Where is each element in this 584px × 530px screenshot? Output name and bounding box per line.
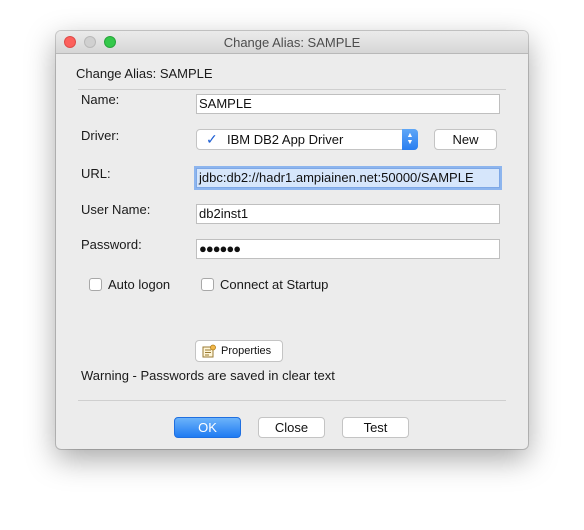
dialog-content: Change Alias: SAMPLE Name: SAMPLE Driver…: [56, 54, 528, 449]
driver-selected-value: IBM DB2 App Driver: [227, 132, 344, 147]
properties-button-label: Properties: [221, 345, 272, 357]
password-field[interactable]: ●●●●●●: [196, 239, 500, 259]
test-button[interactable]: Test: [342, 417, 409, 438]
name-field[interactable]: SAMPLE: [196, 94, 500, 114]
updown-chevron-icon[interactable]: ▲ ▼: [402, 129, 418, 150]
auto-logon-label[interactable]: Auto logon: [108, 277, 170, 292]
connect-at-startup-checkbox[interactable]: [201, 278, 214, 291]
auto-logon-checkbox[interactable]: [89, 278, 102, 291]
connect-at-startup-label[interactable]: Connect at Startup: [220, 277, 328, 292]
name-label: Name:: [81, 92, 120, 107]
driver-select[interactable]: ✓ IBM DB2 App Driver ▲ ▼: [196, 129, 418, 150]
top-divider: [78, 89, 506, 90]
user-name-label: User Name:: [81, 202, 151, 217]
new-driver-button[interactable]: New: [434, 129, 497, 150]
close-button[interactable]: Close: [258, 417, 325, 438]
bottom-divider: [78, 400, 506, 401]
window-title: Change Alias: SAMPLE: [223, 35, 361, 50]
driver-label: Driver:: [81, 128, 120, 143]
properties-button[interactable]: Properties: [195, 340, 283, 362]
properties-icon: [202, 344, 216, 358]
user-name-field[interactable]: db2inst1: [196, 204, 500, 224]
ok-button[interactable]: OK: [174, 417, 241, 438]
title-bar[interactable]: Change Alias: SAMPLE: [56, 31, 528, 54]
dialog-heading: Change Alias: SAMPLE: [76, 66, 213, 81]
change-alias-window: Change Alias: SAMPLE Change Alias: SAMPL…: [56, 31, 528, 449]
url-label: URL:: [81, 166, 111, 181]
checkmark-icon: ✓: [206, 131, 218, 147]
password-label: Password:: [81, 237, 142, 252]
password-warning-text: Warning - Passwords are saved in clear t…: [81, 368, 335, 383]
url-field[interactable]: jdbc:db2://hadr1.ampiainen.net:50000/SAM…: [196, 168, 500, 188]
